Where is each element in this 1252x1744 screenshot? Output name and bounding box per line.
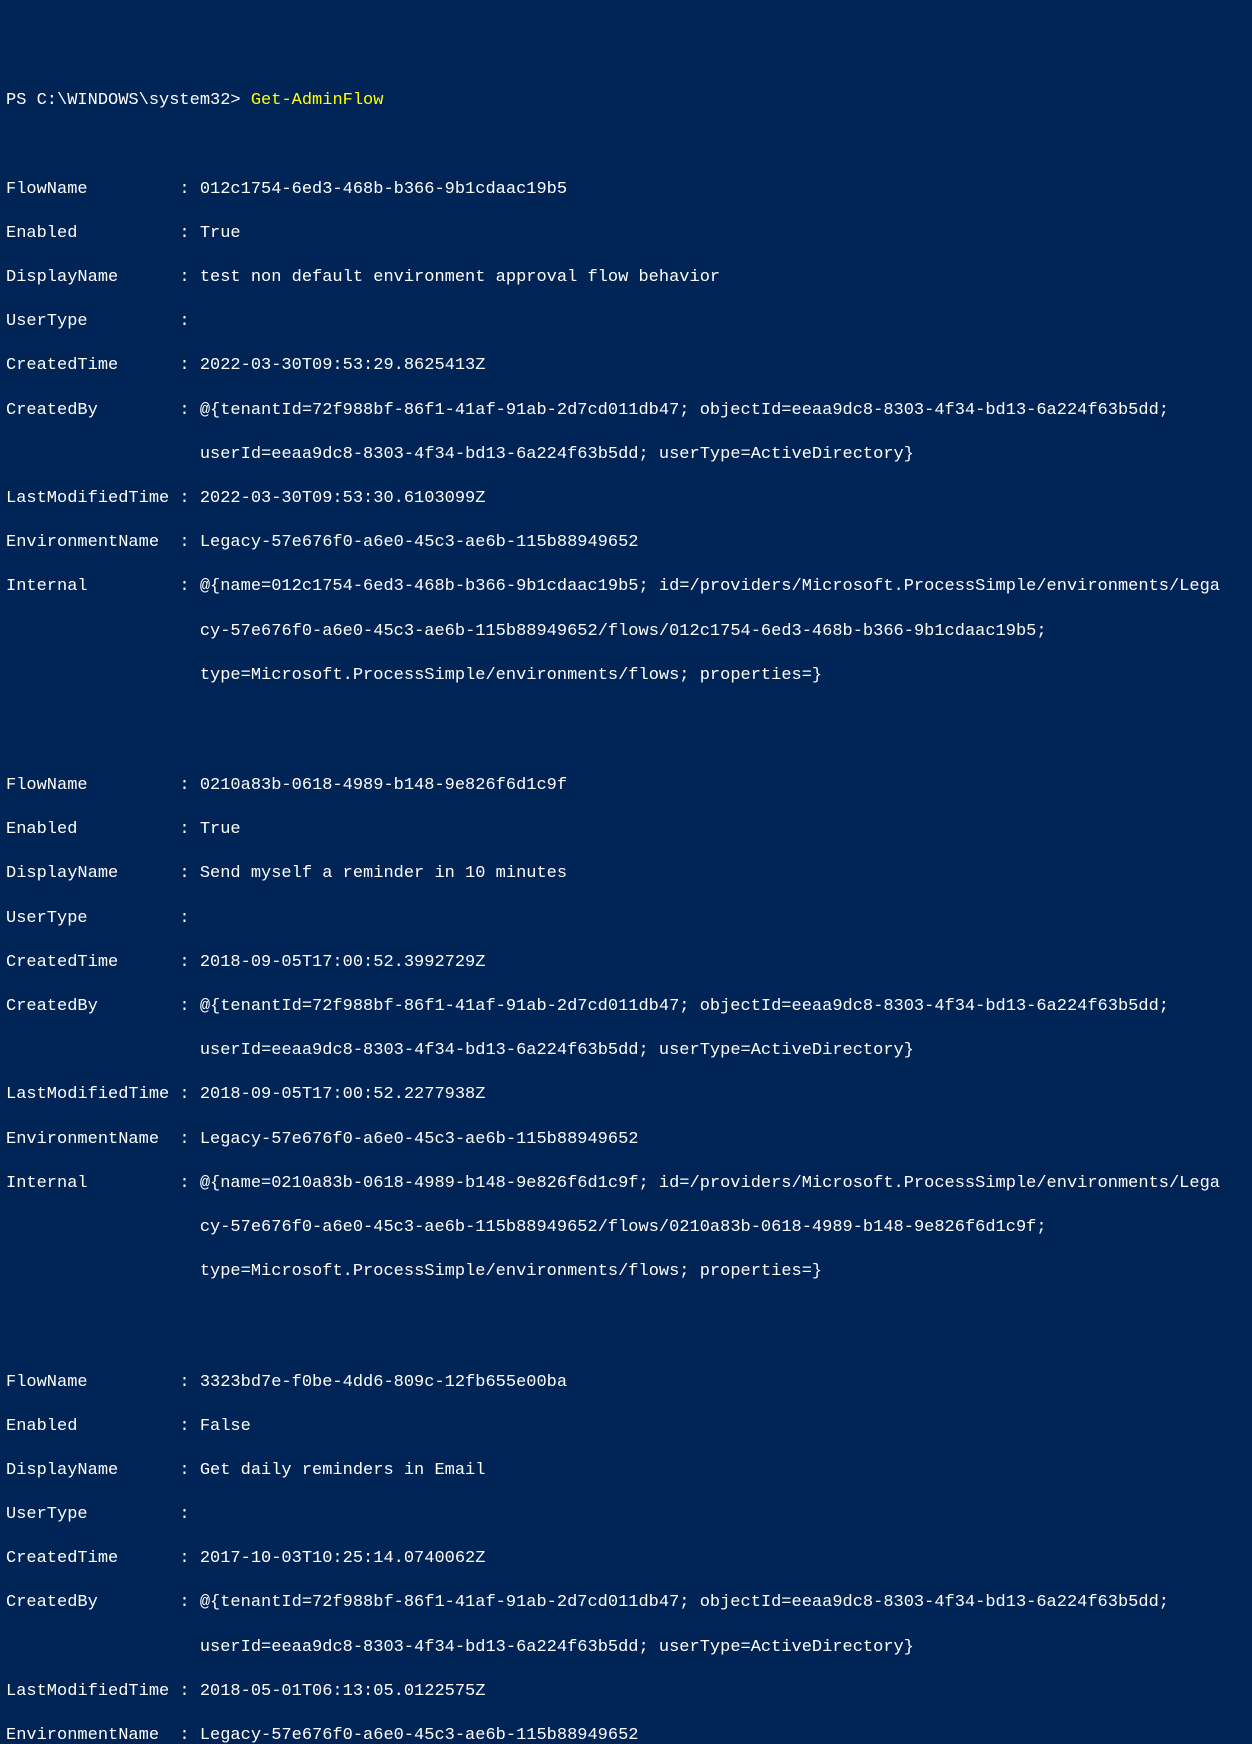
- prop-colon: :: [179, 179, 199, 201]
- prop-colon: :: [179, 1504, 199, 1526]
- prop-label-createdtime: CreatedTime: [6, 952, 179, 974]
- prop-colon: :: [179, 819, 199, 841]
- prop-colon: :: [179, 775, 199, 797]
- prop-label-displayname: DisplayName: [6, 1460, 179, 1482]
- prop-colon: :: [179, 1460, 199, 1482]
- prop-label-flowname: FlowName: [6, 179, 179, 201]
- prop-label-lastmodifiedtime: LastModifiedTime: [6, 488, 179, 510]
- prop-value-createdby: @{tenantId=72f988bf-86f1-41af-91ab-2d7cd…: [200, 401, 1169, 420]
- prop-label-displayname: DisplayName: [6, 863, 179, 885]
- prop-label-usertype: UserType: [6, 1504, 179, 1526]
- prop-value-flowname: 012c1754-6ed3-468b-b366-9b1cdaac19b5: [200, 180, 567, 199]
- prop-colon: :: [179, 863, 199, 885]
- prop-value-displayname: Get daily reminders in Email: [200, 1461, 486, 1480]
- prop-value-internal: @{name=012c1754-6ed3-468b-b366-9b1cdaac1…: [200, 577, 1220, 596]
- prop-value-flowname: 0210a83b-0618-4989-b148-9e826f6d1c9f: [200, 776, 567, 795]
- prop-label-createdby: CreatedBy: [6, 400, 179, 422]
- prop-colon: :: [179, 1416, 199, 1438]
- prop-value-environmentname: Legacy-57e676f0-a6e0-45c3-ae6b-115b88949…: [200, 1130, 639, 1149]
- prop-value-internal-cont: type=Microsoft.ProcessSimple/environment…: [6, 665, 1246, 687]
- prop-value-lastmodifiedtime: 2022-03-30T09:53:30.6103099Z: [200, 489, 486, 508]
- prop-colon: :: [179, 1548, 199, 1570]
- prop-label-enabled: Enabled: [6, 223, 179, 245]
- prop-value-createdby-cont: userId=eeaa9dc8-8303-4f34-bd13-6a224f63b…: [6, 1040, 1246, 1062]
- prompt-line[interactable]: PS C:\WINDOWS\system32> Get-AdminFlow: [6, 90, 1246, 112]
- prop-value-internal-cont: cy-57e676f0-a6e0-45c3-ae6b-115b88949652/…: [6, 1217, 1246, 1239]
- prop-label-usertype: UserType: [6, 908, 179, 930]
- prop-label-enabled: Enabled: [6, 819, 179, 841]
- prop-colon: :: [179, 400, 199, 422]
- prop-colon: :: [179, 576, 199, 598]
- prop-value-createdtime: 2017-10-03T10:25:14.0740062Z: [200, 1549, 486, 1568]
- prop-value-lastmodifiedtime: 2018-09-05T17:00:52.2277938Z: [200, 1085, 486, 1104]
- prop-value-createdby: @{tenantId=72f988bf-86f1-41af-91ab-2d7cd…: [200, 997, 1169, 1016]
- prop-colon: :: [179, 267, 199, 289]
- prop-value-enabled: True: [200, 224, 241, 243]
- prop-colon: :: [179, 488, 199, 510]
- prop-value-internal-cont: type=Microsoft.ProcessSimple/environment…: [6, 1261, 1246, 1283]
- prop-label-internal: Internal: [6, 576, 179, 598]
- prop-value-environmentname: Legacy-57e676f0-a6e0-45c3-ae6b-115b88949…: [200, 533, 639, 552]
- prop-colon: :: [179, 1725, 199, 1744]
- prop-value-enabled: False: [200, 1417, 251, 1436]
- prop-value-displayname: test non default environment approval fl…: [200, 268, 720, 287]
- prop-label-displayname: DisplayName: [6, 267, 179, 289]
- prop-colon: :: [179, 223, 199, 245]
- prop-colon: :: [179, 532, 199, 554]
- prop-label-createdtime: CreatedTime: [6, 355, 179, 377]
- prop-colon: :: [179, 908, 199, 930]
- prop-value-displayname: Send myself a reminder in 10 minutes: [200, 864, 567, 883]
- prop-value-enabled: True: [200, 820, 241, 839]
- prop-colon: :: [179, 311, 199, 333]
- prop-label-environmentname: EnvironmentName: [6, 532, 179, 554]
- prop-label-flowname: FlowName: [6, 775, 179, 797]
- prop-value-createdby: @{tenantId=72f988bf-86f1-41af-91ab-2d7cd…: [200, 1593, 1169, 1612]
- output-record: FlowName: 0210a83b-0618-4989-b148-9e826f…: [6, 753, 1246, 1305]
- prop-value-environmentname: Legacy-57e676f0-a6e0-45c3-ae6b-115b88949…: [200, 1726, 639, 1744]
- prop-colon: :: [179, 355, 199, 377]
- prop-label-enabled: Enabled: [6, 1416, 179, 1438]
- prop-label-usertype: UserType: [6, 311, 179, 333]
- prop-label-environmentname: EnvironmentName: [6, 1129, 179, 1151]
- prop-colon: :: [179, 996, 199, 1018]
- prop-value-createdby-cont: userId=eeaa9dc8-8303-4f34-bd13-6a224f63b…: [6, 444, 1246, 466]
- prop-label-internal: Internal: [6, 1173, 179, 1195]
- prop-colon: :: [179, 1592, 199, 1614]
- prop-colon: :: [179, 1681, 199, 1703]
- command-text: Get-AdminFlow: [251, 91, 384, 110]
- prop-label-createdtime: CreatedTime: [6, 1548, 179, 1570]
- prop-value-lastmodifiedtime: 2018-05-01T06:13:05.0122575Z: [200, 1682, 486, 1701]
- prop-label-createdby: CreatedBy: [6, 996, 179, 1018]
- prop-value-internal: @{name=0210a83b-0618-4989-b148-9e826f6d1…: [200, 1174, 1220, 1193]
- prop-colon: :: [179, 952, 199, 974]
- prop-value-flowname: 3323bd7e-f0be-4dd6-809c-12fb655e00ba: [200, 1373, 567, 1392]
- prop-colon: :: [179, 1173, 199, 1195]
- prop-label-createdby: CreatedBy: [6, 1592, 179, 1614]
- prop-value-createdtime: 2022-03-30T09:53:29.8625413Z: [200, 356, 486, 375]
- prop-label-lastmodifiedtime: LastModifiedTime: [6, 1084, 179, 1106]
- prop-value-internal-cont: cy-57e676f0-a6e0-45c3-ae6b-115b88949652/…: [6, 621, 1246, 643]
- output-record: FlowName: 3323bd7e-f0be-4dd6-809c-12fb65…: [6, 1349, 1246, 1744]
- prop-label-lastmodifiedtime: LastModifiedTime: [6, 1681, 179, 1703]
- prompt-prefix: PS C:\WINDOWS\system32>: [6, 91, 251, 110]
- output-record: FlowName: 012c1754-6ed3-468b-b366-9b1cda…: [6, 157, 1246, 709]
- prop-colon: :: [179, 1084, 199, 1106]
- prop-colon: :: [179, 1372, 199, 1394]
- prop-value-createdby-cont: userId=eeaa9dc8-8303-4f34-bd13-6a224f63b…: [6, 1637, 1246, 1659]
- prop-value-createdtime: 2018-09-05T17:00:52.3992729Z: [200, 953, 486, 972]
- prop-label-flowname: FlowName: [6, 1372, 179, 1394]
- prop-colon: :: [179, 1129, 199, 1151]
- prop-label-environmentname: EnvironmentName: [6, 1725, 179, 1744]
